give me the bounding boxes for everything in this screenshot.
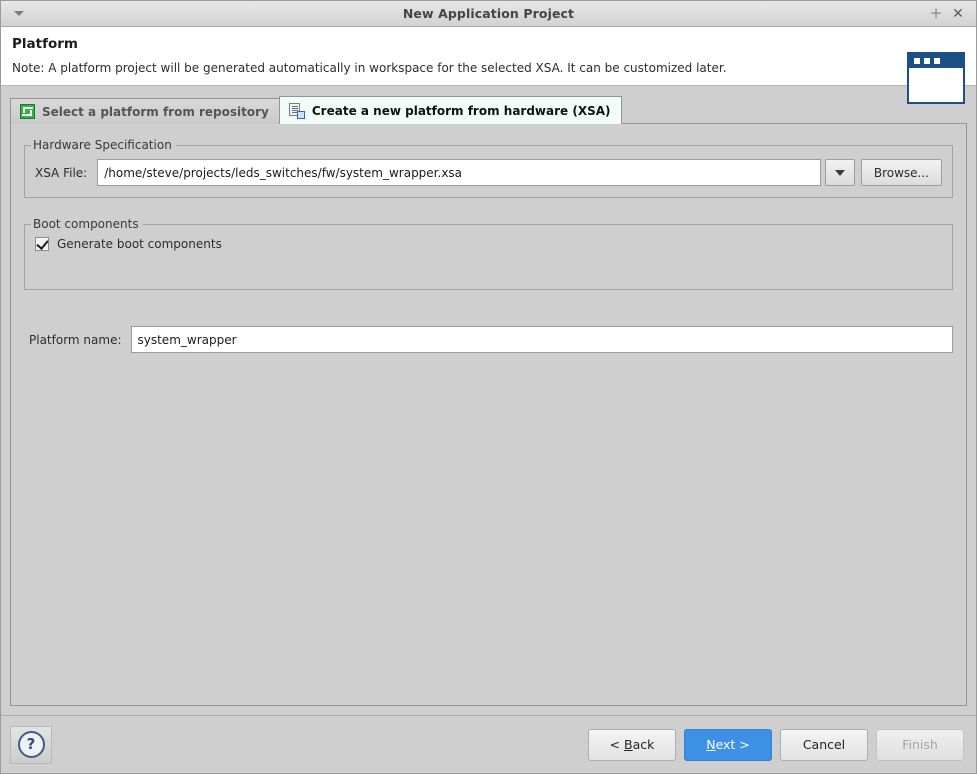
tab-strip-filler — [622, 97, 968, 124]
dialog-footer: ? < Back Next > Cancel Finish — [1, 715, 976, 773]
tab-label: Create a new platform from hardware (XSA… — [312, 104, 611, 118]
hardware-xsa-icon — [289, 103, 305, 119]
platform-name-row: Platform name: system_wrapper — [24, 326, 953, 353]
window-controls: + ✕ — [926, 4, 976, 24]
platform-name-label: Platform name: — [29, 333, 122, 347]
boot-components-group: Boot components Generate boot components — [24, 224, 953, 290]
close-button[interactable]: ✕ — [948, 4, 968, 24]
footer-button-group: < Back Next > Cancel Finish — [588, 729, 964, 761]
page-title: Platform — [12, 36, 962, 52]
group-legend: Hardware Specification — [31, 138, 176, 152]
tab-label: Select a platform from repository — [42, 105, 269, 119]
repository-icon — [20, 104, 35, 119]
hardware-specification-group: Hardware Specification XSA File: /home/s… — [24, 145, 953, 198]
question-mark-icon: ? — [18, 731, 45, 758]
window-title: New Application Project — [1, 6, 976, 21]
chevron-down-icon — [14, 11, 24, 16]
xsa-file-row: XSA File: /home/steve/projects/leds_swit… — [35, 159, 942, 186]
xsa-file-dropdown-button[interactable] — [825, 159, 855, 186]
tab-panel-create-new-platform: Hardware Specification XSA File: /home/s… — [10, 123, 967, 706]
caret-down-icon — [835, 170, 845, 176]
group-legend: Boot components — [31, 217, 143, 231]
title-bar: New Application Project + ✕ — [1, 1, 976, 27]
window-menu-button[interactable] — [4, 2, 34, 26]
new-application-project-dialog: New Application Project + ✕ Platform Not… — [0, 0, 977, 774]
tab-select-platform-from-repository[interactable]: Select a platform from repository — [10, 98, 280, 124]
tab-strip: Select a platform from repository Create… — [10, 96, 967, 124]
page-note: Note: A platform project will be generat… — [12, 61, 962, 75]
tab-create-new-platform-from-hardware[interactable]: Create a new platform from hardware (XSA… — [279, 96, 622, 124]
xsa-file-input[interactable]: /home/steve/projects/leds_switches/fw/sy… — [97, 159, 821, 186]
cancel-button[interactable]: Cancel — [780, 729, 868, 761]
back-button[interactable]: < Back — [588, 729, 676, 761]
wizard-body: Select a platform from repository Create… — [1, 86, 976, 706]
maximize-button[interactable]: + — [926, 4, 946, 24]
xsa-file-label: XSA File: — [35, 166, 87, 180]
platform-name-input[interactable]: system_wrapper — [131, 326, 954, 353]
help-button[interactable]: ? — [10, 726, 52, 764]
generate-boot-components-row[interactable]: Generate boot components — [28, 237, 942, 251]
generate-boot-components-label: Generate boot components — [57, 237, 222, 251]
finish-button: Finish — [876, 729, 964, 761]
browse-button[interactable]: Browse... — [861, 159, 942, 186]
generate-boot-components-checkbox[interactable] — [35, 237, 49, 251]
next-button[interactable]: Next > — [684, 729, 772, 761]
wizard-header: Platform Note: A platform project will b… — [1, 27, 976, 86]
